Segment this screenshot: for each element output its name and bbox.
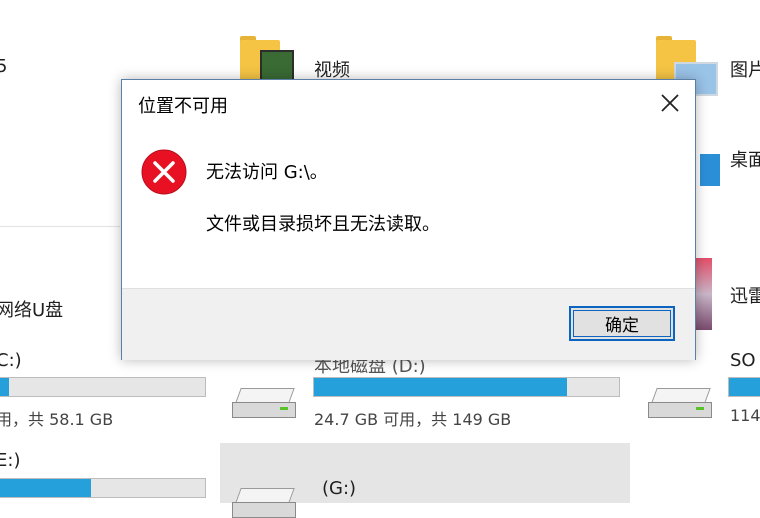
drive-bottom-left-label[interactable]: E:) [0,450,20,471]
xunlei-app-icon[interactable] [696,258,712,330]
ok-button[interactable]: 确定 [569,306,675,341]
desktop-folder-icon[interactable] [700,154,720,186]
error-message-line1: 无法访问 G:\。 [206,162,328,183]
error-message-line2: 文件或目录损坏且无法读取。 [206,214,440,235]
location-unavailable-dialog: 位置不可用 无法访问 G:\。 文件或目录损坏且无法读取。 确定 [121,79,696,360]
dialog-footer: 确定 [122,288,695,360]
drive-right-usage-bar [728,377,760,397]
drive-c-label[interactable]: C:) [0,350,22,371]
drive-c-usage-bar [0,377,206,397]
drive-d-usage-fill [314,378,568,396]
drive-bottom-left-usage-bar [0,478,206,498]
drive-d-space-text: 24.7 GB 可用，共 149 GB [314,410,512,429]
desktop-folder-label[interactable]: 桌面 [730,146,760,172]
drive-right-space-text: 114 [730,406,760,425]
drive-d-icon[interactable] [232,388,296,418]
drive-g-icon[interactable] [232,488,296,518]
partial-text-left: 5 [0,56,8,77]
pictures-folder-label[interactable]: 图片 [730,56,760,82]
close-icon [661,94,679,112]
drive-right-label[interactable]: SO [730,350,756,371]
dialog-title: 位置不可用 [138,96,228,117]
drive-d-usage-bar [313,377,620,397]
close-button[interactable] [657,90,683,116]
drive-right-icon[interactable] [648,388,712,418]
drive-g-label[interactable]: (G:) [322,478,356,499]
section-divider [0,226,120,227]
drive-c-space-text: 用，共 58.1 GB [0,410,114,429]
drive-c-usage-fill [0,378,10,396]
drive-bottom-left-usage-fill [0,479,91,497]
error-icon [141,149,187,195]
xunlei-label[interactable]: 迅雷 [730,282,760,308]
network-drive-label[interactable]: 网络U盘 [0,296,63,322]
drive-right-usage-fill [729,378,760,396]
